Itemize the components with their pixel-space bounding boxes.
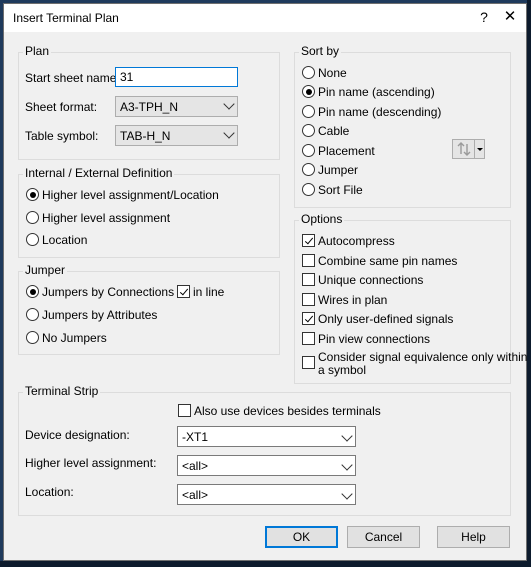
radio-sort-jumper[interactable] <box>302 163 315 176</box>
swap-arrows-icon[interactable] <box>453 140 476 158</box>
terminal-strip-group-label: Terminal Strip <box>23 384 101 398</box>
radio-sort-pin-descending-label[interactable]: Pin name (descending) <box>318 105 441 119</box>
signal-equivalence-checkbox[interactable] <box>302 356 315 369</box>
chevron-down-icon <box>223 127 235 139</box>
radio-higher-level-location-label[interactable]: Higher level assignment/Location <box>42 188 219 202</box>
autocompress-checkbox[interactable] <box>302 234 315 247</box>
unique-connections-label[interactable]: Unique connections <box>318 273 423 287</box>
radio-sort-none[interactable] <box>302 66 315 79</box>
user-defined-signals-label[interactable]: Only user-defined signals <box>318 312 453 326</box>
radio-location[interactable] <box>26 233 39 246</box>
radio-sort-pin-ascending[interactable] <box>302 85 315 98</box>
pin-view-connections-checkbox[interactable] <box>302 332 315 345</box>
radio-jumpers-by-connections[interactable] <box>26 285 39 298</box>
sort-by-group-label: Sort by <box>299 44 342 58</box>
help-icon[interactable]: ? <box>472 6 496 28</box>
radio-jumpers-by-connections-label[interactable]: Jumpers by Connections <box>42 285 174 299</box>
desktop-background-strip <box>527 0 531 567</box>
radio-location-label[interactable]: Location <box>42 233 87 247</box>
close-icon[interactable]: ✕ <box>498 6 522 28</box>
user-defined-signals-checkbox[interactable] <box>302 312 315 325</box>
pin-view-connections-label[interactable]: Pin view connections <box>318 332 430 346</box>
radio-sort-none-label[interactable]: None <box>318 66 347 80</box>
help-button[interactable]: Help <box>437 526 510 548</box>
cancel-button[interactable]: Cancel <box>347 526 420 548</box>
location-select[interactable]: <all> <box>177 484 356 505</box>
radio-jumpers-by-attributes[interactable] <box>26 308 39 321</box>
radio-sort-file[interactable] <box>302 183 315 196</box>
radio-sort-cable[interactable] <box>302 124 315 137</box>
sheet-format-label: Sheet format: <box>25 100 98 114</box>
start-sheet-label: Start sheet name: <box>25 71 120 85</box>
insert-terminal-plan-dialog: Insert Terminal Plan ? ✕ Plan Start shee… <box>3 3 527 561</box>
higher-level-assignment-value: <all> <box>182 459 209 473</box>
location-label: Location: <box>25 485 74 499</box>
unique-connections-checkbox[interactable] <box>302 273 315 286</box>
device-designation-select[interactable]: -XT1 <box>177 426 356 447</box>
options-group-label: Options <box>299 212 345 226</box>
start-sheet-input[interactable]: 31 <box>115 67 238 87</box>
radio-sort-jumper-label[interactable]: Jumper <box>318 163 358 177</box>
radio-jumpers-by-attributes-label[interactable]: Jumpers by Attributes <box>42 308 157 322</box>
wires-in-plan-checkbox[interactable] <box>302 293 315 306</box>
plan-group-label: Plan <box>23 44 52 58</box>
autocompress-label[interactable]: Autocompress <box>318 234 395 248</box>
radio-sort-placement-label[interactable]: Placement <box>318 144 375 158</box>
radio-higher-level-assignment-label[interactable]: Higher level assignment <box>42 211 170 225</box>
location-value: <all> <box>182 488 209 502</box>
wires-in-plan-label[interactable]: Wires in plan <box>318 293 387 307</box>
higher-level-assignment-select[interactable]: <all> <box>177 455 356 476</box>
internal-external-group-label: Internal / External Definition <box>23 166 175 180</box>
radio-sort-cable-label[interactable]: Cable <box>318 124 349 138</box>
ok-button[interactable]: OK <box>265 526 338 548</box>
combine-pin-names-label[interactable]: Combine same pin names <box>318 254 457 268</box>
chevron-down-icon <box>341 459 353 471</box>
also-use-devices-label[interactable]: Also use devices besides terminals <box>194 404 381 418</box>
in-line-checkbox[interactable] <box>177 285 190 298</box>
signal-equivalence-label[interactable]: Consider signal equivalence only within <box>318 350 527 364</box>
combine-pin-names-checkbox[interactable] <box>302 254 315 267</box>
table-symbol-select[interactable]: TAB-H_N <box>115 125 238 146</box>
chevron-down-icon <box>341 430 353 442</box>
title-bar: Insert Terminal Plan ? ✕ <box>4 4 526 32</box>
desktop-background-bottom <box>0 561 531 567</box>
radio-no-jumpers-label[interactable]: No Jumpers <box>42 331 107 345</box>
chevron-down-icon <box>341 488 353 500</box>
chevron-down-icon <box>223 98 235 110</box>
sheet-format-value: A3-TPH_N <box>120 100 179 114</box>
table-symbol-value: TAB-H_N <box>120 129 171 143</box>
sort-order-dropdown-arrow[interactable] <box>474 140 484 158</box>
radio-higher-level-assignment[interactable] <box>26 211 39 224</box>
device-designation-label: Device designation: <box>25 428 130 442</box>
radio-no-jumpers[interactable] <box>26 331 39 344</box>
jumper-group-label: Jumper <box>23 263 68 277</box>
radio-sort-placement[interactable] <box>302 144 315 157</box>
device-designation-value: -XT1 <box>182 430 209 444</box>
radio-sort-file-label[interactable]: Sort File <box>318 183 363 197</box>
sheet-format-select[interactable]: A3-TPH_N <box>115 96 238 117</box>
radio-higher-level-location[interactable] <box>26 188 39 201</box>
dialog-title: Insert Terminal Plan <box>13 11 119 25</box>
radio-sort-pin-descending[interactable] <box>302 105 315 118</box>
in-line-label[interactable]: in line <box>193 285 224 299</box>
table-symbol-label: Table symbol: <box>25 129 99 143</box>
also-use-devices-checkbox[interactable] <box>178 404 191 417</box>
higher-level-assignment-label: Higher level assignment: <box>25 456 157 470</box>
radio-sort-pin-ascending-label[interactable]: Pin name (ascending) <box>318 85 435 99</box>
sort-order-split-button[interactable] <box>452 139 485 159</box>
signal-equivalence-label-line2[interactable]: a symbol <box>318 363 366 377</box>
